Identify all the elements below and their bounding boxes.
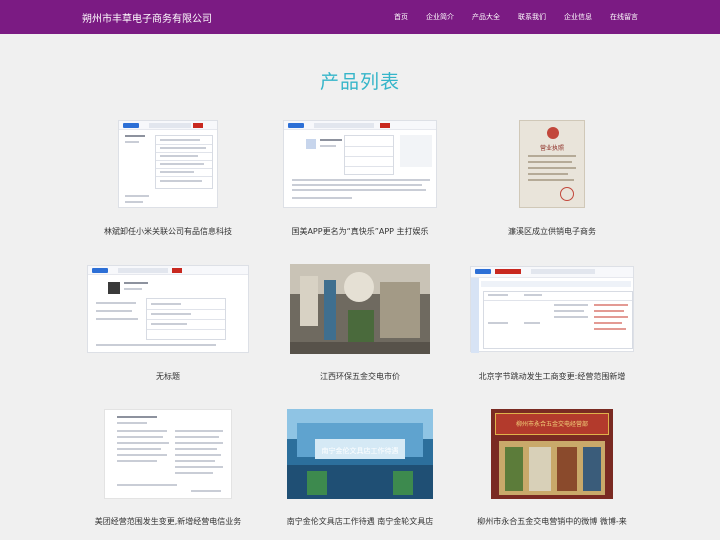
product-image[interactable]: 南宁金伦文具店工作待遇: [278, 408, 442, 500]
nav-company-info[interactable]: 企业信息: [564, 12, 592, 22]
nav-message[interactable]: 在线留言: [610, 12, 638, 22]
product-title[interactable]: 南宁金伦文具店工作待遇 南宁金轮文具店: [264, 516, 456, 527]
product-card[interactable]: 江西环保五金交电市价: [264, 253, 456, 398]
nav-contact[interactable]: 联系我们: [518, 12, 546, 22]
page-title: 产品列表: [319, 71, 400, 93]
product-image[interactable]: 柳州市永合五金交电经营部: [470, 408, 634, 500]
product-title[interactable]: 江西环保五金交电市价: [264, 371, 456, 382]
product-title[interactable]: 北京字节跳动发生工商变更:经营范围新增: [456, 371, 648, 382]
nav-about[interactable]: 企业简介: [426, 12, 454, 22]
product-card[interactable]: 南宁金伦文具店工作待遇 南宁金伦文具店工作待遇 南宁金轮文具店: [264, 398, 456, 540]
product-image[interactable]: [470, 263, 634, 355]
product-image[interactable]: 营业执照: [470, 118, 634, 210]
product-card[interactable]: 营业执照 濂溪区成立供销电子商务: [456, 108, 648, 253]
product-image[interactable]: [278, 118, 442, 210]
product-card[interactable]: 林斌卸任小米关联公司有品信息科技: [72, 108, 264, 253]
product-image[interactable]: [86, 263, 250, 355]
product-title[interactable]: 无标题: [72, 371, 264, 382]
product-image[interactable]: [86, 118, 250, 210]
product-image[interactable]: [278, 263, 442, 355]
top-navbar: 朔州市丰草电子商务有限公司 首页 企业简介 产品大全 联系我们 企业信息 在线留…: [0, 0, 720, 34]
product-grid: 林斌卸任小米关联公司有品信息科技 国美APP更名为“真快乐”APP 主打娱乐 营…: [72, 108, 648, 540]
storefront-sign-text: 柳州市永合五金交电经营部: [515, 421, 588, 428]
product-card[interactable]: 美团经营范围发生变更,新增经营电信业务: [72, 398, 264, 540]
product-card[interactable]: 国美APP更名为“真快乐”APP 主打娱乐: [264, 108, 456, 253]
license-heading: 营业执照: [539, 145, 564, 152]
nav-home[interactable]: 首页: [394, 12, 408, 22]
product-card[interactable]: 北京字节跳动发生工商变更:经营范围新增: [456, 253, 648, 398]
product-title[interactable]: 林斌卸任小米关联公司有品信息科技: [72, 226, 264, 237]
brand-name[interactable]: 朔州市丰草电子商务有限公司: [82, 10, 212, 25]
product-title[interactable]: 国美APP更名为“真快乐”APP 主打娱乐: [264, 226, 456, 237]
product-card[interactable]: 柳州市永合五金交电经营部 柳州市永合五金交电营销中的微博 微博-来: [456, 398, 648, 540]
main-nav: 首页 企业简介 产品大全 联系我们 企业信息 在线留言: [394, 12, 638, 22]
product-card[interactable]: 无标题: [72, 253, 264, 398]
nav-products[interactable]: 产品大全: [472, 12, 500, 22]
image-overlay-text: 南宁金伦文具店工作待遇: [321, 447, 399, 455]
product-title[interactable]: 美团经营范围发生变更,新增经营电信业务: [72, 516, 264, 527]
product-title[interactable]: 濂溪区成立供销电子商务: [456, 226, 648, 237]
product-title[interactable]: 柳州市永合五金交电营销中的微博 微博-来: [456, 516, 648, 527]
product-image[interactable]: [86, 408, 250, 500]
